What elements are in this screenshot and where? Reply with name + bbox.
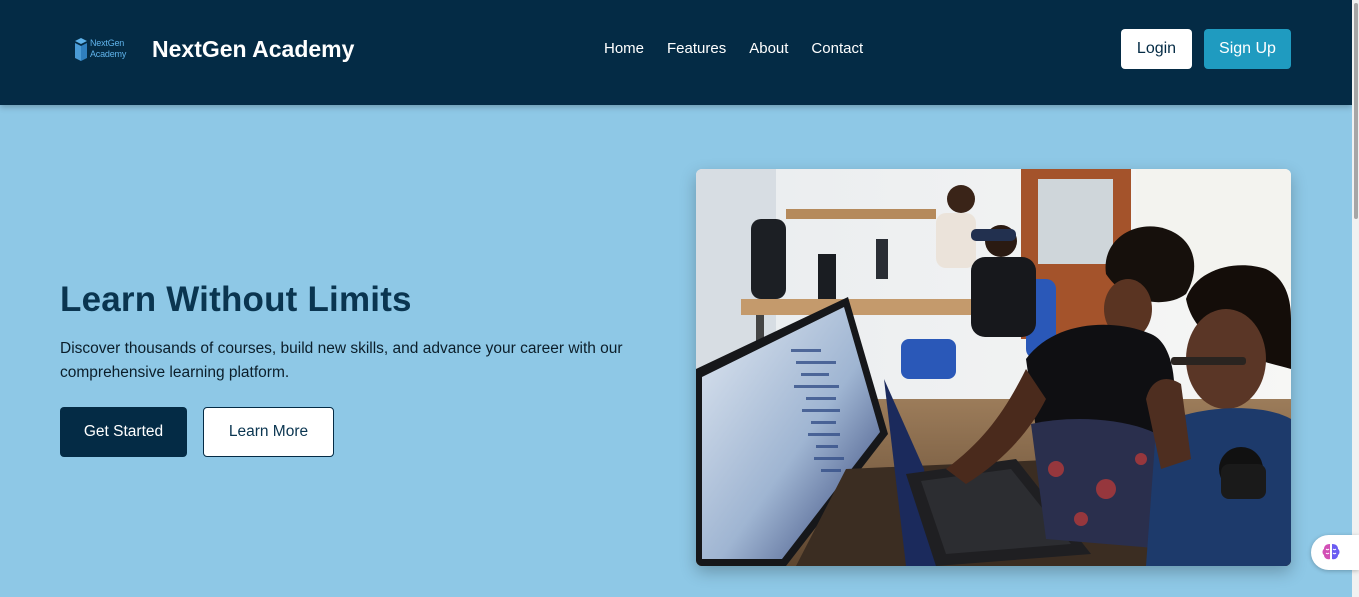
hero-title: Learn Without Limits [60,280,412,319]
hero-description: Discover thousands of courses, build new… [60,340,623,381]
signup-button[interactable]: Sign Up [1204,29,1291,69]
learn-more-button[interactable]: Learn More [203,407,334,457]
logo[interactable]: NextGen Academy [74,37,128,63]
book-stack-icon [75,38,87,61]
login-button[interactable]: Login [1121,29,1192,69]
assistant-widget[interactable] [1311,535,1359,570]
get-started-button[interactable]: Get Started [60,407,187,457]
main-nav: Home Features About Contact [604,40,863,57]
scrollbar-thumb[interactable] [1354,3,1358,219]
logo-text: NextGen Academy [90,38,126,60]
logo-text-line: NextGen [90,38,125,48]
nav-link-contact[interactable]: Contact [811,40,863,57]
nav-link-features[interactable]: Features [667,40,726,57]
nav-link-home[interactable]: Home [604,40,644,57]
hero-image [696,169,1291,566]
nav-link-about[interactable]: About [749,40,788,57]
navbar: NextGen Academy NextGen Academy Home Fea… [0,0,1352,105]
logo-text-line: Academy [90,49,127,59]
brand-name[interactable]: NextGen Academy [152,36,354,63]
brain-icon [1322,544,1340,560]
hero-photo-illustration [696,169,1291,566]
